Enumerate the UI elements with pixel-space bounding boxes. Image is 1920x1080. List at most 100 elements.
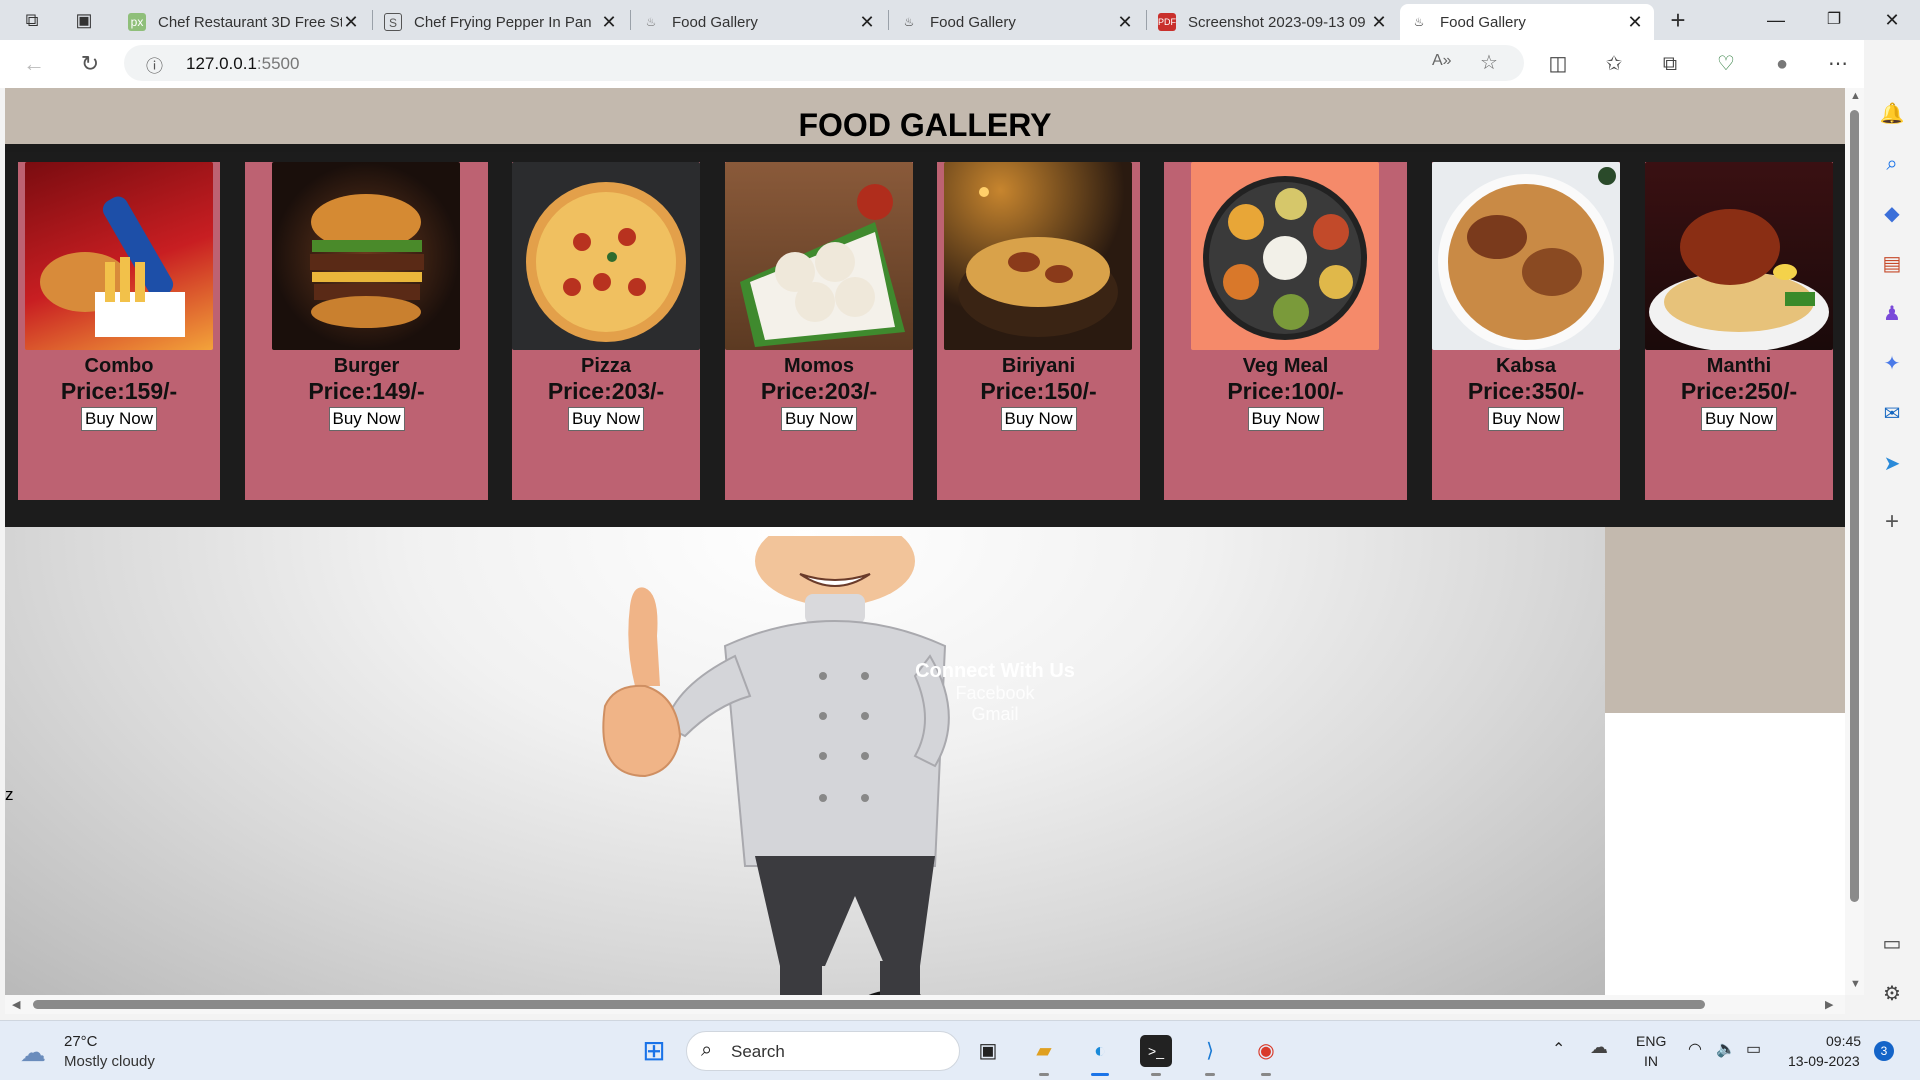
weather-description[interactable]: Mostly cloudy — [64, 1053, 155, 1070]
tab-title: Chef Frying Pepper In Pan — [414, 13, 592, 31]
buy-now-button[interactable]: Buy Now — [1487, 407, 1565, 431]
item-price: Price:150/- — [980, 378, 1097, 404]
wifi-icon[interactable]: ◠ — [1688, 1039, 1702, 1059]
site-info-icon[interactable]: ⓘ — [146, 52, 163, 77]
tab-title: Food Gallery — [1440, 13, 1526, 31]
notifications-icon[interactable]: 🔔 — [1878, 100, 1906, 128]
outlook-icon[interactable]: ✉ — [1878, 400, 1906, 428]
tab-divider — [1146, 10, 1147, 30]
buy-now-button[interactable]: Buy Now — [1000, 407, 1077, 431]
collections-icon[interactable]: ⧉ — [1656, 50, 1684, 78]
send-icon[interactable]: ➤ — [1878, 450, 1906, 478]
workspaces-icon[interactable]: ⧉ — [20, 8, 44, 32]
buy-now-button[interactable]: Buy Now — [1247, 407, 1324, 431]
browser-tab[interactable]: px Chef Restaurant 3D Free St ✕ — [118, 4, 370, 40]
gmail-link[interactable]: Gmail — [905, 704, 1085, 725]
clock-date[interactable]: 13-09-2023 — [1788, 1053, 1860, 1069]
more-menu-icon[interactable]: ⋯ — [1824, 50, 1852, 78]
biriyani-photo — [944, 162, 1132, 350]
file-explorer-icon[interactable]: ▰ — [1028, 1035, 1060, 1067]
favorite-star-icon[interactable]: ☆ — [1480, 50, 1498, 75]
tools-icon[interactable]: ▤ — [1878, 250, 1906, 278]
start-icon[interactable]: ⊞ — [638, 1035, 670, 1067]
back-icon[interactable]: ← — [20, 50, 48, 78]
close-tab-icon[interactable]: ✕ — [1116, 12, 1134, 33]
browser-essentials-icon[interactable]: ♡ — [1712, 50, 1740, 78]
vertical-scroll-thumb[interactable] — [1850, 110, 1859, 902]
facebook-link[interactable]: Facebook — [905, 683, 1085, 704]
browser-tab[interactable]: ♨ Food Gallery ✕ — [890, 4, 1144, 40]
split-screen-icon[interactable]: ◫ — [1544, 50, 1572, 78]
browser-tab[interactable]: S Chef Frying Pepper In Pan ✕ — [374, 4, 628, 40]
chrome-icon[interactable]: ◉ — [1250, 1035, 1282, 1067]
terminal-icon[interactable]: >_ — [1140, 1035, 1172, 1067]
scroll-right-icon[interactable]: ▶ — [1825, 998, 1833, 1011]
scroll-left-icon[interactable]: ◀ — [12, 998, 20, 1011]
item-name: Kabsa — [1495, 355, 1557, 377]
url-text[interactable]: 127.0.0.1:5500 — [186, 54, 299, 74]
onedrive-icon[interactable]: ☁ — [1590, 1037, 1608, 1058]
games-icon[interactable]: ♟ — [1878, 300, 1906, 328]
close-tab-icon[interactable]: ✕ — [342, 12, 360, 33]
address-bar[interactable]: ⓘ 127.0.0.1:5500 A» ☆ — [124, 45, 1524, 81]
shopping-icon[interactable]: ◆ — [1878, 200, 1906, 228]
buy-now-button[interactable]: Buy Now — [1700, 407, 1778, 431]
hide-sidebar-icon[interactable]: ▭ — [1878, 930, 1906, 958]
minimize-icon[interactable]: — — [1748, 0, 1804, 40]
running-indicator — [1261, 1073, 1271, 1076]
battery-icon[interactable]: ▭ — [1746, 1039, 1761, 1059]
new-tab-icon[interactable]: + — [1666, 7, 1690, 33]
manthi-photo — [1645, 162, 1833, 350]
browser-tab[interactable]: PDF Screenshot 2023-09-13 09 ✕ — [1148, 4, 1398, 40]
scroll-up-icon[interactable]: ▲ — [1850, 90, 1861, 102]
tab-actions-icon[interactable]: ▣ — [72, 8, 96, 32]
restore-icon[interactable]: ❐ — [1806, 0, 1862, 40]
weather-temperature[interactable]: 27°C — [64, 1033, 98, 1050]
microsoft365-icon[interactable]: ✦ — [1878, 350, 1906, 378]
add-sidebar-icon[interactable]: + — [1878, 508, 1906, 536]
task-view-icon[interactable]: ▣ — [972, 1035, 1004, 1067]
read-aloud-icon[interactable]: A» — [1432, 52, 1452, 70]
favorites-icon[interactable]: ✩ — [1600, 50, 1628, 78]
stray-text: z — [5, 785, 14, 804]
url-host: 127.0.0.1 — [186, 54, 257, 73]
window-close-icon[interactable]: ✕ — [1864, 0, 1920, 40]
weather-cloud-icon[interactable]: ☁ — [20, 1037, 46, 1068]
buy-now-button[interactable]: Buy Now — [567, 407, 645, 431]
buy-now-button[interactable]: Buy Now — [780, 407, 858, 431]
buy-now-button[interactable]: Buy Now — [80, 407, 158, 431]
language-region[interactable]: IN — [1644, 1053, 1658, 1069]
profile-icon[interactable]: ● — [1768, 50, 1796, 78]
item-name: Manthi — [1706, 355, 1772, 377]
page-title: FOOD GALLERY — [798, 107, 1052, 143]
vscode-icon[interactable]: ⟩ — [1194, 1035, 1226, 1067]
settings-icon[interactable]: ⚙ — [1878, 980, 1906, 1008]
chef-illustration — [602, 536, 950, 995]
search-icon: ⌕ — [701, 1039, 713, 1061]
notification-badge[interactable]: 3 — [1874, 1041, 1894, 1061]
chevron-up-icon[interactable]: ⌃ — [1552, 1039, 1565, 1059]
vertical-scrollbar[interactable]: ▲ ▼ — [1845, 88, 1864, 995]
kabsa-photo — [1432, 162, 1620, 350]
item-name: Pizza — [580, 355, 632, 377]
close-tab-icon[interactable]: ✕ — [1370, 12, 1388, 33]
url-port: :5500 — [256, 54, 300, 73]
horizontal-scroll-thumb[interactable] — [33, 1000, 1705, 1009]
refresh-icon[interactable]: ↻ — [76, 50, 104, 78]
language-code[interactable]: ENG — [1636, 1033, 1666, 1049]
volume-icon[interactable]: 🔈 — [1716, 1039, 1736, 1059]
pdf-icon: PDF — [1158, 13, 1176, 31]
buy-now-button[interactable]: Buy Now — [328, 407, 405, 431]
horizontal-scrollbar[interactable]: ◀ ▶ — [5, 995, 1845, 1014]
close-tab-icon[interactable]: ✕ — [600, 12, 618, 33]
clock-time[interactable]: 09:45 — [1826, 1033, 1861, 1049]
close-tab-icon[interactable]: ✕ — [1626, 12, 1644, 33]
edge-icon[interactable]: ◐ — [1084, 1035, 1116, 1067]
search-icon[interactable]: ⌕ — [1878, 150, 1906, 178]
scroll-down-icon[interactable]: ▼ — [1850, 978, 1861, 990]
close-tab-icon[interactable]: ✕ — [858, 12, 876, 33]
taskbar-search[interactable]: ⌕ Search — [686, 1031, 960, 1071]
browser-tab[interactable]: ♨ Food Gallery ✕ — [632, 4, 886, 40]
edge-sidebar: 🔔 ⌕ ◆ ▤ ♟ ✦ ✉ ➤ + ▭ ⚙ — [1864, 40, 1920, 1020]
browser-tab-active[interactable]: ♨ Food Gallery ✕ — [1400, 4, 1654, 40]
